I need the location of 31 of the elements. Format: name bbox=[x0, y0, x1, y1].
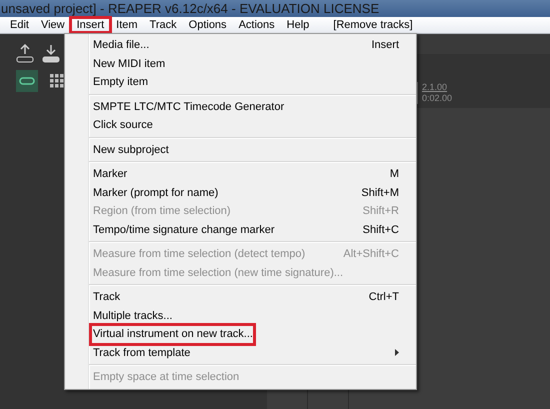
menu-item[interactable]: Track from template bbox=[92, 344, 399, 362]
link-icon bbox=[19, 77, 35, 85]
menu-bar-item[interactable]: View bbox=[34, 18, 71, 32]
time-label: 0:02.00 bbox=[422, 93, 452, 104]
menu-item[interactable]: Tempo/time signature change marker Shift+C bbox=[92, 221, 399, 238]
menu-bar-item[interactable]: Track bbox=[144, 18, 183, 32]
menu-item[interactable]: Marker M bbox=[92, 166, 399, 183]
menu-item[interactable]: Multiple tracks... bbox=[92, 307, 399, 324]
measure-label: 2.1.00 bbox=[422, 82, 448, 93]
window-title: unsaved project] - REAPER v6.12c/x64 - EVALUATION LICENSE bbox=[0, 1, 380, 16]
menu-item[interactable]: Marker (prompt for name) Shift+M bbox=[92, 184, 399, 202]
submenu-arrow-icon bbox=[395, 349, 399, 356]
menu-item[interactable]: Empty item bbox=[92, 74, 399, 91]
menu-item[interactable]: New subproject bbox=[92, 141, 399, 158]
toolbar-button[interactable] bbox=[16, 70, 38, 92]
menu-item[interactable]: New MIDI item bbox=[92, 55, 399, 72]
menu-item[interactable]: SMPTE LTC/MTC Timecode Generator bbox=[92, 98, 399, 116]
grid-icon[interactable] bbox=[50, 74, 64, 88]
download-icon[interactable] bbox=[42, 44, 60, 64]
upload-icon[interactable] bbox=[16, 44, 34, 64]
menu-item[interactable]: Track Ctrl+T bbox=[92, 288, 399, 306]
menu-bar-item[interactable]: Help bbox=[280, 18, 316, 32]
menu-item[interactable]: Virtual instrument on new track... bbox=[92, 326, 253, 343]
menu-bar-item[interactable]: Edit bbox=[4, 18, 35, 32]
menu-bar-item[interactable]: Insert bbox=[70, 18, 110, 32]
menu-bar-item[interactable]: [Remove tracks] bbox=[327, 18, 419, 32]
menu-bar-item[interactable]: Options bbox=[182, 18, 233, 32]
menu-item[interactable]: Click source bbox=[92, 116, 399, 134]
menu-item[interactable]: Media file... Insert bbox=[92, 36, 399, 54]
menu-bar-item[interactable]: Item bbox=[110, 18, 144, 32]
menu-bar-item[interactable]: Actions bbox=[232, 18, 281, 32]
